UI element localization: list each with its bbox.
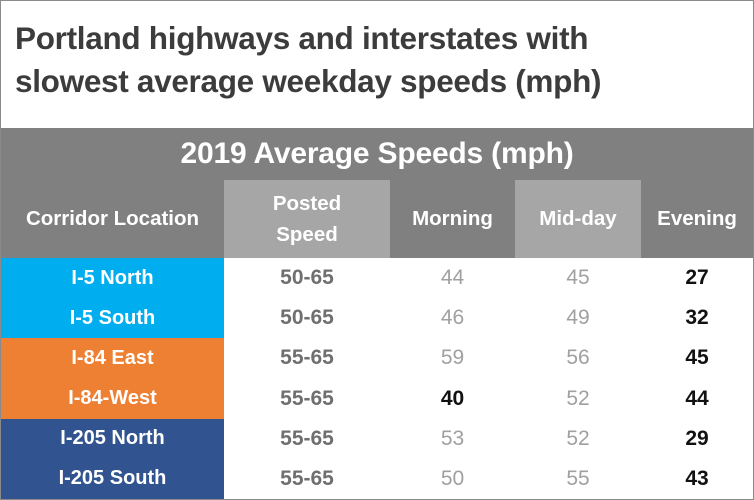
cell-morning: 44: [390, 258, 515, 299]
cell-corridor: I-84 East: [1, 338, 224, 379]
cell-midday: 52: [515, 378, 641, 419]
cell-posted-speed: 55-65: [224, 418, 390, 459]
table-subtitle: 2019 Average Speeds (mph): [1, 128, 754, 180]
cell-posted-speed: 55-65: [224, 458, 390, 499]
speed-table-figure: Portland highways and interstates with s…: [0, 0, 754, 500]
cell-midday: 49: [515, 298, 641, 339]
table-row: I-205 South 55-65 50 55 43: [1, 458, 754, 499]
column-header-posted-speed-line-1: Posted: [272, 192, 342, 215]
table-header-row: Corridor Location Posted Speed Morning M…: [1, 180, 754, 258]
table-row: I-205 North 55-65 53 52 29: [1, 418, 754, 459]
table-subtitle-row: 2019 Average Speeds (mph): [1, 128, 754, 180]
cell-evening: 29: [641, 418, 754, 459]
cell-midday: 56: [515, 338, 641, 379]
cell-evening: 32: [641, 298, 754, 339]
cell-corridor: I-5 South: [1, 298, 224, 339]
cell-morning: 59: [390, 338, 515, 379]
cell-corridor: I-5 North: [1, 258, 224, 299]
cell-midday: 45: [515, 258, 641, 299]
cell-posted-speed: 50-65: [224, 258, 390, 299]
table-row: I-84-West 55-65 40 52 44: [1, 378, 754, 419]
cell-morning: 46: [390, 298, 515, 339]
column-header-posted-speed: Posted Speed: [224, 180, 390, 258]
cell-evening: 43: [641, 458, 754, 499]
cell-morning: 50: [390, 458, 515, 499]
cell-morning: 40: [390, 378, 515, 419]
cell-midday: 52: [515, 418, 641, 459]
column-header-corridor-location: Corridor Location: [1, 180, 224, 258]
column-header-morning: Morning: [390, 180, 515, 258]
column-header-evening: Evening: [641, 180, 754, 258]
cell-midday: 55: [515, 458, 641, 499]
cell-evening: 44: [641, 378, 754, 419]
cell-morning: 53: [390, 418, 515, 459]
table-row: I-84 East 55-65 59 56 45: [1, 338, 754, 379]
cell-corridor: I-205 North: [1, 418, 224, 459]
cell-posted-speed: 55-65: [224, 338, 390, 379]
cell-corridor: I-205 South: [1, 458, 224, 499]
column-header-posted-speed-line-2: Speed: [276, 223, 338, 246]
average-speeds-table: 2019 Average Speeds (mph) Corridor Locat…: [1, 128, 754, 499]
page-title-line-1: Portland highways and interstates with: [15, 20, 589, 56]
table-row: I-5 South 50-65 46 49 32: [1, 298, 754, 339]
column-header-midday: Mid-day: [515, 180, 641, 258]
cell-posted-speed: 55-65: [224, 378, 390, 419]
cell-posted-speed: 50-65: [224, 298, 390, 339]
page-title-line-2: slowest average weekday speeds (mph): [15, 63, 602, 99]
cell-evening: 45: [641, 338, 754, 379]
table-row: I-5 North 50-65 44 45 27: [1, 258, 754, 299]
cell-corridor: I-84-West: [1, 378, 224, 419]
cell-evening: 27: [641, 258, 754, 299]
page-title: Portland highways and interstates with s…: [1, 1, 753, 128]
